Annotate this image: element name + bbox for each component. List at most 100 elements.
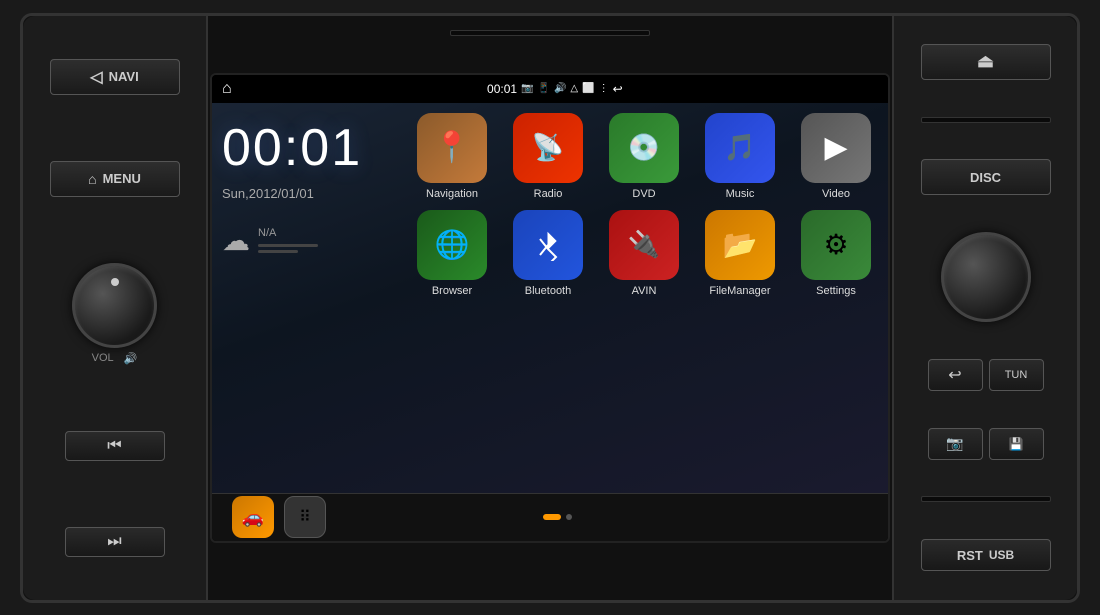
disc-label-text: DISC bbox=[970, 170, 1001, 185]
clock-display: 00:01 bbox=[222, 118, 390, 178]
gear-settings-icon: ⚙ bbox=[823, 228, 848, 261]
right-panel: ⏏ DISC ↩ TUN 📷 💾 bbox=[892, 16, 1077, 600]
app-radio-label: Radio bbox=[534, 188, 563, 200]
prev-button[interactable]: ⏮ bbox=[65, 431, 165, 461]
weather-info: N/A bbox=[258, 227, 318, 253]
app-avin-label: AVIN bbox=[632, 285, 657, 297]
status-bar-center: 00:01 📷 📱 🔊 △ ⬜ ⋮ ↩ bbox=[487, 82, 623, 96]
eject-button[interactable]: ⏏ bbox=[921, 44, 1051, 80]
camera-icon: 📷 bbox=[946, 435, 963, 452]
prev-icon: ⏮ bbox=[107, 437, 121, 455]
bottom-dock-bar: 🚗 ⠿ bbox=[212, 493, 888, 541]
back-button[interactable]: ↩ bbox=[928, 359, 983, 391]
weather-bar-2 bbox=[258, 250, 298, 253]
status-cam-icon: 📷 bbox=[521, 83, 533, 94]
app-settings-icon: ⚙ bbox=[801, 210, 871, 280]
camera-sd-row: 📷 💾 bbox=[928, 428, 1044, 460]
weather-bars bbox=[258, 244, 318, 253]
status-bar: ⌂ 00:01 📷 📱 🔊 △ ⬜ ⋮ ↩ bbox=[212, 75, 888, 103]
app-navigation-icon: 📍 bbox=[417, 113, 487, 183]
folder-icon: 📂 bbox=[723, 228, 758, 261]
app-settings-label: Settings bbox=[816, 285, 856, 297]
app-avin[interactable]: 🔌 AVIN bbox=[600, 210, 688, 297]
home-icon[interactable]: ⌂ bbox=[222, 80, 232, 98]
dock-car-icon[interactable]: 🚗 bbox=[232, 496, 274, 538]
status-back-icon: ↩ bbox=[613, 82, 623, 96]
app-filemanager[interactable]: 📂 FileManager bbox=[696, 210, 784, 297]
nav-pin-icon: 📍 bbox=[433, 130, 470, 165]
status-volume-icon: 🔊 bbox=[554, 83, 566, 94]
vol-text: VOL bbox=[92, 352, 114, 365]
app-bluetooth-icon bbox=[513, 210, 583, 280]
app-browser[interactable]: 🌐 Browser bbox=[408, 210, 496, 297]
bluetooth-svg-icon bbox=[532, 229, 564, 261]
status-time: 00:01 bbox=[487, 82, 517, 96]
app-video-label: Video bbox=[822, 188, 850, 200]
back-tun-row: ↩ TUN bbox=[928, 359, 1044, 391]
disc-slot bbox=[921, 117, 1051, 123]
next-icon: ⏭ bbox=[107, 533, 121, 551]
sd-button[interactable]: 💾 bbox=[989, 428, 1044, 460]
app-bluetooth-label: Bluetooth bbox=[525, 285, 571, 297]
rst-button[interactable]: RST USB bbox=[921, 539, 1051, 571]
next-button[interactable]: ⏭ bbox=[65, 527, 165, 557]
app-settings[interactable]: ⚙ Settings bbox=[792, 210, 880, 297]
usb-icon: USB bbox=[989, 548, 1014, 562]
dock-apps-icon[interactable]: ⠿ bbox=[284, 496, 326, 538]
globe-icon: 🌐 bbox=[435, 228, 470, 261]
app-navigation[interactable]: 📍 Navigation bbox=[408, 113, 496, 200]
dvd-disc-icon: 💿 bbox=[628, 132, 660, 163]
app-dvd-icon: 💿 bbox=[609, 113, 679, 183]
page-dot-active bbox=[543, 514, 561, 520]
tun-button[interactable]: TUN bbox=[989, 359, 1044, 391]
menu-home-icon: ⌂ bbox=[88, 171, 96, 187]
weather-bar-1 bbox=[258, 244, 318, 247]
date-display: Sun,2012/01/01 bbox=[222, 186, 390, 201]
disc-label-btn: DISC bbox=[921, 159, 1051, 195]
volume-knob-container: VOL 🔊 bbox=[72, 263, 157, 365]
app-dvd[interactable]: 💿 DVD bbox=[600, 113, 688, 200]
status-screen-icon: ⬜ bbox=[582, 83, 594, 94]
radio-waves-icon: 📡 bbox=[532, 132, 564, 163]
page-dot-1 bbox=[566, 514, 572, 520]
back-arrow-icon: ↩ bbox=[948, 365, 961, 385]
app-bluetooth[interactable]: Bluetooth bbox=[504, 210, 592, 297]
app-radio[interactable]: 📡 Radio bbox=[504, 113, 592, 200]
right-knob[interactable] bbox=[941, 232, 1031, 322]
apps-grid-icon: ⠿ bbox=[299, 507, 311, 527]
rst-label: RST bbox=[957, 548, 983, 563]
app-browser-label: Browser bbox=[432, 285, 472, 297]
tun-label: TUN bbox=[1005, 369, 1028, 381]
app-music[interactable]: 🎵 Music bbox=[696, 113, 784, 200]
music-note-icon: 🎵 bbox=[724, 132, 756, 163]
camera-button[interactable]: 📷 bbox=[928, 428, 983, 460]
left-panel: ◁ NAVI ⌂ MENU VOL 🔊 ⏮ ⏭ bbox=[23, 16, 208, 600]
vol-label-row: VOL 🔊 bbox=[92, 352, 138, 365]
app-dvd-label: DVD bbox=[632, 188, 655, 200]
screen-left-panel: 00:01 Sun,2012/01/01 ☁ N/A bbox=[212, 103, 400, 493]
app-avin-icon: 🔌 bbox=[609, 210, 679, 280]
weather-widget: ☁ N/A bbox=[222, 224, 390, 257]
app-video[interactable]: ▶ Video bbox=[792, 113, 880, 200]
app-music-label: Music bbox=[726, 188, 755, 200]
app-navigation-label: Navigation bbox=[426, 188, 478, 200]
weather-temp: N/A bbox=[258, 227, 276, 239]
app-video-icon: ▶ bbox=[801, 113, 871, 183]
menu-label: MENU bbox=[103, 171, 141, 186]
avin-plug-icon: 🔌 bbox=[628, 229, 660, 260]
menu-button[interactable]: ⌂ MENU bbox=[50, 161, 180, 197]
status-triangle-icon: △ bbox=[570, 83, 578, 94]
page-indicator bbox=[543, 514, 572, 520]
main-content: 00:01 Sun,2012/01/01 ☁ N/A bbox=[212, 103, 888, 493]
play-button-icon: ▶ bbox=[824, 130, 847, 165]
status-bar-left: ⌂ bbox=[222, 80, 232, 98]
navi-label: NAVI bbox=[109, 69, 139, 84]
app-music-icon: 🎵 bbox=[705, 113, 775, 183]
app-row-1: 📍 Navigation 📡 Radio 💿 bbox=[408, 113, 880, 200]
dock-area: 🚗 ⠿ bbox=[232, 496, 326, 538]
navi-button[interactable]: ◁ NAVI bbox=[50, 59, 180, 95]
app-radio-icon: 📡 bbox=[513, 113, 583, 183]
sd-slot bbox=[921, 496, 1051, 502]
volume-knob[interactable] bbox=[72, 263, 157, 348]
app-browser-icon: 🌐 bbox=[417, 210, 487, 280]
